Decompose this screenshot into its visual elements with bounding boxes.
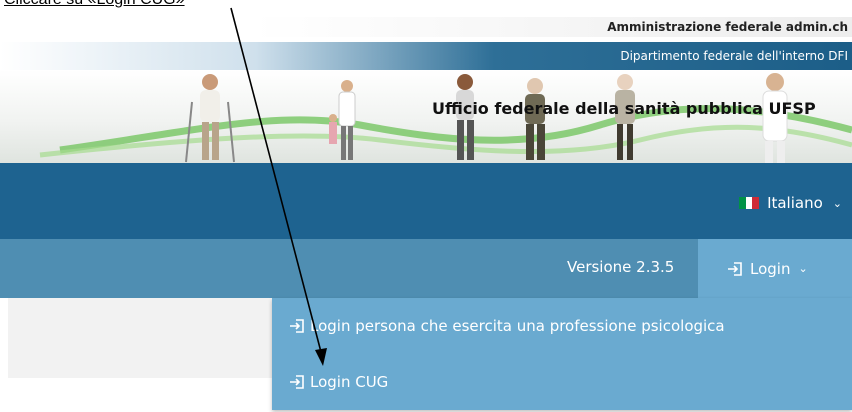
- menu-item-label: Login CUG: [310, 373, 389, 391]
- login-dropdown-menu: Login persona che esercita una professio…: [272, 298, 852, 410]
- login-icon: [728, 261, 742, 276]
- nav-bar: Versione 2.3.5 Login ⌄: [0, 239, 852, 298]
- department-label: Dipartimento federale dell'interno DFI: [620, 49, 848, 63]
- menu-item-login-cug[interactable]: Login CUG: [288, 369, 388, 395]
- italy-flag-icon: [739, 197, 760, 209]
- chevron-down-icon: ⌄: [798, 262, 808, 275]
- doctor-child-illustration: [329, 80, 356, 160]
- language-selector[interactable]: Italiano ⌄: [739, 193, 842, 213]
- login-menu-button[interactable]: Login ⌄: [698, 239, 852, 298]
- content-placeholder: [8, 298, 288, 378]
- office-title: Ufficio federale della sanità pubblica U…: [432, 99, 816, 118]
- instruction-caption: Cliccare su «Login CUG»: [4, 0, 185, 9]
- language-bar: Italiano ⌄: [0, 163, 852, 239]
- language-label: Italiano: [767, 194, 823, 212]
- person-crutches-illustration: [185, 74, 235, 163]
- chevron-down-icon: ⌄: [832, 196, 842, 210]
- elderly-man-illustration: [525, 78, 545, 160]
- admin-line: Amministrazione federale admin.ch: [252, 17, 852, 37]
- menu-item-label: Login persona che esercita una professio…: [310, 317, 725, 335]
- login-icon: [290, 375, 304, 389]
- menu-item-login-psychology-professional[interactable]: Login persona che esercita una professio…: [288, 313, 725, 339]
- department-bar: Dipartimento federale dell'interno DFI: [0, 42, 852, 70]
- login-icon: [290, 319, 304, 333]
- login-label: Login: [750, 259, 791, 278]
- version-label: Versione 2.3.5: [567, 258, 675, 276]
- header-banner: Ufficio federale della sanità pubblica U…: [0, 70, 852, 163]
